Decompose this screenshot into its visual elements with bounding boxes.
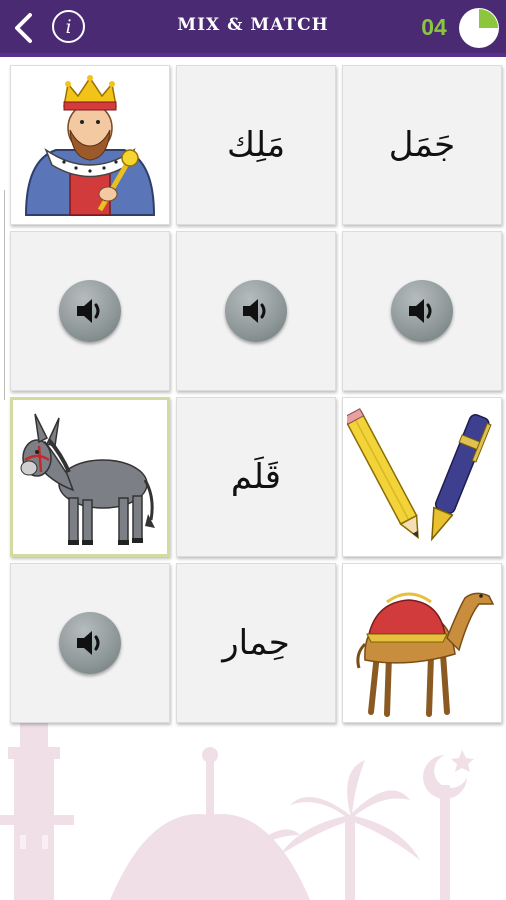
play-audio-button[interactable] [391, 280, 453, 342]
play-audio-button[interactable] [225, 280, 287, 342]
speaker-icon [409, 299, 432, 323]
arabic-word: قَلَم [230, 457, 282, 497]
speaker-icon [243, 299, 266, 323]
tile-audio[interactable] [10, 231, 170, 391]
tile-image-camel[interactable] [342, 563, 502, 723]
tile-word[interactable]: حِمار [176, 563, 336, 723]
arabic-word: حِمار [222, 623, 290, 663]
timer-pie-icon [459, 8, 499, 48]
speaker-icon [77, 631, 100, 655]
speaker-icon [77, 299, 100, 323]
play-audio-button[interactable] [59, 612, 121, 674]
tile-image-king[interactable] [10, 65, 170, 225]
tile-word[interactable]: قَلَم [176, 397, 336, 557]
play-audio-button[interactable] [59, 280, 121, 342]
donkey-image [20, 413, 155, 545]
tile-word[interactable]: مَلِك [176, 65, 336, 225]
arabic-word: جَمَل [388, 125, 456, 165]
match-counter: 04 [421, 13, 447, 40]
pencil-and-pen-image [347, 408, 492, 542]
tile-image-pencil-and-pen[interactable] [342, 397, 502, 557]
king-image [24, 75, 156, 216]
tile-image-donkey[interactable] [10, 397, 170, 557]
camel-image [356, 592, 495, 717]
drawer-edge[interactable] [0, 190, 5, 400]
tile-board: مَلِك جَمَل قَلَم حِمار [10, 65, 504, 727]
tile-word[interactable]: جَمَل [342, 65, 502, 225]
tile-audio[interactable] [10, 563, 170, 723]
arabic-word: مَلِك [226, 125, 286, 165]
tile-audio[interactable] [342, 231, 502, 391]
header-bar: i MIX & MATCH 04 [0, 0, 506, 57]
tile-audio[interactable] [176, 231, 336, 391]
